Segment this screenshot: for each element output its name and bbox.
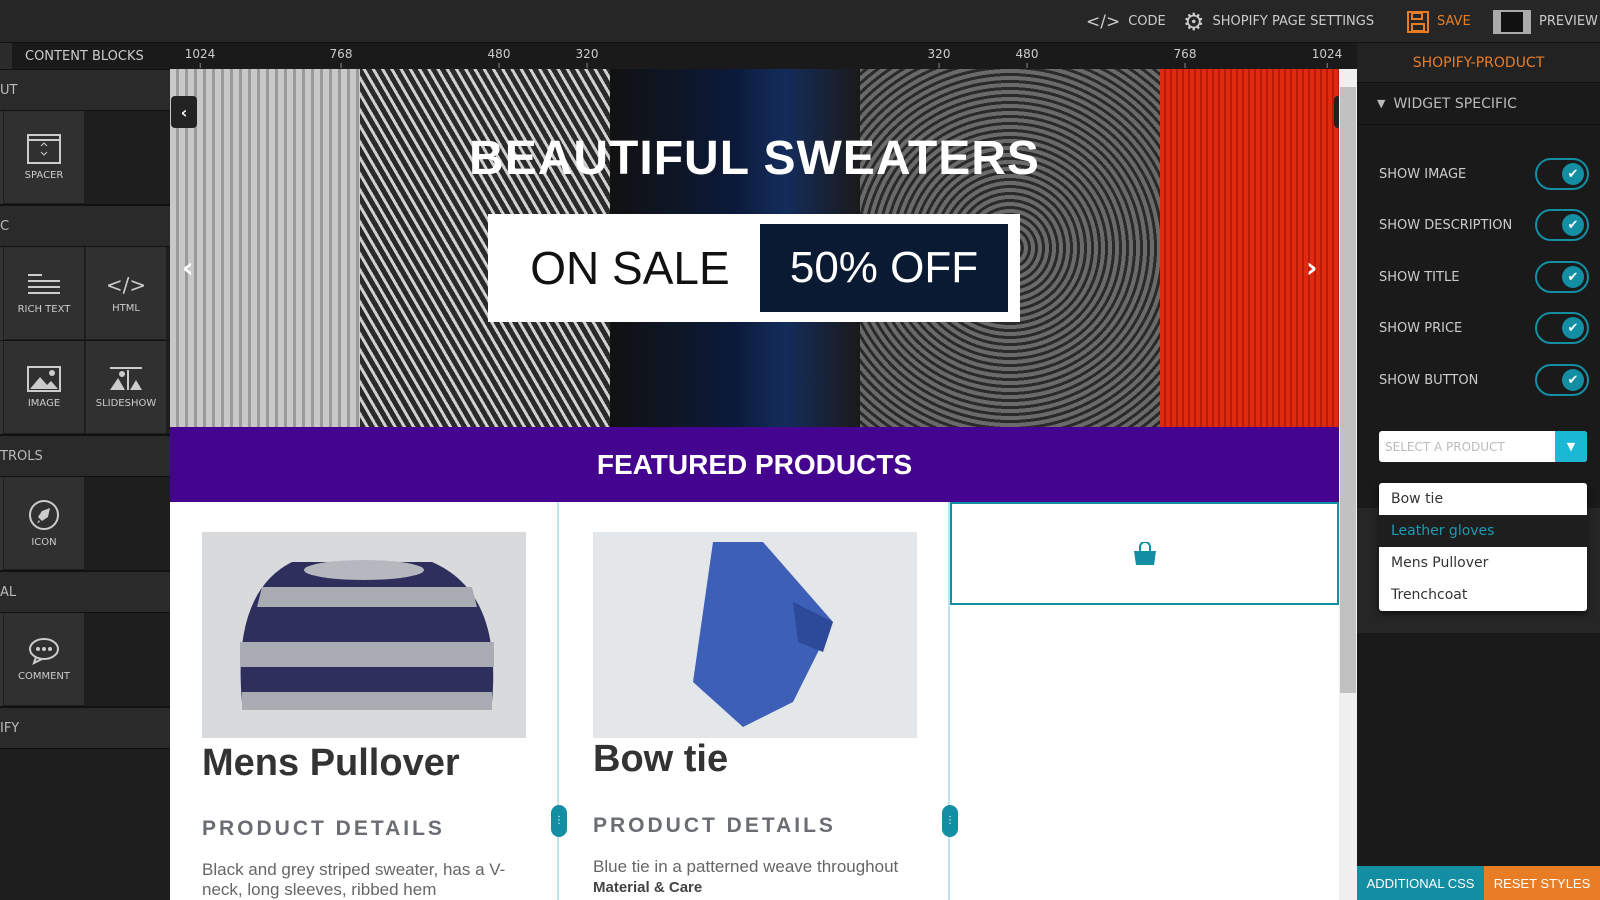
preview-icon [1493, 9, 1531, 34]
top-toolbar: </> CODE ⚙ SHOPIFY PAGE SETTINGS SAVE PR… [0, 0, 1600, 43]
block-rich-text[interactable]: RICH TEXT [4, 247, 86, 339]
code-button[interactable]: </> CODE [1086, 0, 1166, 43]
check-icon: ✔ [1562, 163, 1584, 185]
discount-text: 50% OFF [760, 224, 1008, 312]
toggle-show-title: SHOW TITLE ✔ [1379, 260, 1589, 294]
category-basic[interactable]: C [0, 205, 170, 247]
product-subtitle: PRODUCT DETAILS [202, 817, 445, 840]
ruler-tick[interactable]: 1024 [1312, 47, 1343, 68]
ruler-tick[interactable]: 1024 [185, 47, 216, 68]
dropdown-option[interactable]: Bow tie [1379, 483, 1587, 515]
dropdown-option[interactable]: Trenchcoat [1379, 579, 1587, 611]
panel-title: SHOPIFY-PRODUCT [1357, 43, 1600, 83]
canvas-scrollbar[interactable] [1339, 69, 1357, 900]
category-controls[interactable]: TROLS [0, 435, 170, 477]
save-button[interactable]: SAVE [1407, 0, 1471, 43]
widget-specific-section[interactable]: ▼ WIDGET SPECIFIC [1357, 83, 1600, 125]
banner-title: BEAUTIFUL SWEATERS [469, 132, 1040, 185]
dropdown-arrow-icon[interactable]: ▼ [1555, 431, 1587, 462]
product-card[interactable]: Mens Pullover PRODUCT DETAILS Black and … [170, 502, 559, 900]
toggle-show-price: SHOW PRICE ✔ [1379, 311, 1589, 345]
comment-icon [29, 637, 59, 665]
toggle-show-description: SHOW DESCRIPTION ✔ [1379, 208, 1589, 242]
floppy-disk-icon [1407, 10, 1429, 33]
dropdown-option-highlighted[interactable]: Leather gloves [1379, 515, 1587, 547]
sale-text: ON SALE [530, 242, 730, 294]
ruler-tick[interactable]: 768 [330, 47, 353, 68]
additional-css-button[interactable]: ADDITIONAL CSS [1357, 866, 1484, 900]
ruler-tick[interactable]: 480 [488, 47, 511, 68]
check-icon: ✔ [1562, 266, 1584, 288]
toggle-switch[interactable]: ✔ [1535, 158, 1589, 190]
product-title: Mens Pullover [202, 742, 460, 784]
product-description: Black and grey striped sweater, has a V-… [202, 860, 506, 899]
column-resize-handle[interactable]: ⋮ [551, 805, 567, 837]
slide-next-arrow-icon[interactable]: › [1306, 251, 1318, 284]
rich-text-icon [28, 273, 60, 294]
toggle-switch[interactable]: ✔ [1535, 364, 1589, 396]
column-resize-handle[interactable]: ⋮ [942, 805, 958, 837]
ruler-tick[interactable]: 768 [1174, 47, 1197, 68]
code-icon: </> [1086, 11, 1121, 32]
page-settings-button[interactable]: ⚙ SHOPIFY PAGE SETTINGS [1183, 0, 1374, 43]
breakpoint-ruler: 1024 768 480 320 320 480 768 1024 [170, 43, 1357, 69]
product-subtitle: PRODUCT DETAILS [593, 814, 836, 837]
check-icon: ✔ [1562, 317, 1584, 339]
check-icon: ✔ [1562, 214, 1584, 236]
slideshow-icon [110, 366, 142, 390]
ruler-tick[interactable]: 320 [576, 47, 599, 68]
block-comment[interactable]: COMMENT [4, 613, 86, 705]
material-care-label: Material & Care [593, 879, 703, 896]
ruler-tick[interactable]: 320 [928, 47, 951, 68]
sidebar-header: CONTENT BLOCKS [0, 43, 170, 69]
page-canvas: BEAUTIFUL SWEATERS ON SALE 50% OFF ‹ › F… [170, 69, 1339, 900]
product-select[interactable]: SELECT A PRODUCT ▼ [1379, 431, 1587, 462]
chevron-down-icon: ▼ [1377, 97, 1386, 110]
gear-icon: ⚙ [1183, 7, 1205, 36]
sidebar-tab[interactable] [0, 43, 12, 69]
image-icon [27, 365, 61, 392]
block-image[interactable]: IMAGE [4, 341, 86, 433]
spacer-icon [27, 133, 61, 164]
featured-products-heading: FEATURED PRODUCTS [170, 427, 1339, 502]
product-card[interactable]: Bow tie PRODUCT DETAILS Blue tie in a pa… [561, 502, 950, 900]
settings-panel: SHOPIFY-PRODUCT ▼ WIDGET SPECIFIC SHOW I… [1357, 43, 1600, 900]
toggle-show-image: SHOW IMAGE ✔ [1379, 157, 1589, 191]
sidebar-title: CONTENT BLOCKS [25, 48, 144, 64]
block-slideshow[interactable]: SLIDESHOW [86, 341, 168, 433]
ruler-tick[interactable]: 480 [1016, 47, 1039, 68]
toggle-switch[interactable]: ✔ [1535, 312, 1589, 344]
slide-prev-arrow-icon[interactable]: ‹ [182, 251, 194, 284]
dropdown-option[interactable]: Mens Pullover [1379, 547, 1587, 579]
reset-styles-button[interactable]: RESET STYLES [1484, 866, 1600, 900]
toggle-switch[interactable]: ✔ [1535, 261, 1589, 293]
block-html[interactable]: </> HTML [86, 247, 168, 339]
block-spacer[interactable]: SPACER [4, 111, 86, 203]
collapse-sidebar-button[interactable]: ‹ [171, 96, 197, 128]
preview-button[interactable]: PREVIEW [1493, 0, 1598, 43]
category-social[interactable]: AL [0, 571, 170, 613]
sale-box: ON SALE 50% OFF [488, 214, 1020, 322]
product-description: Blue tie in a patterned weave throughout… [593, 857, 899, 896]
content-blocks-sidebar: CONTENT BLOCKS UT SPACER C RICH TEXT </>… [0, 43, 170, 900]
rocket-icon [29, 499, 59, 530]
shopping-bag-icon [1133, 541, 1156, 565]
check-icon: ✔ [1562, 369, 1584, 391]
product-title: Bow tie [593, 738, 729, 780]
toggle-switch[interactable]: ✔ [1535, 209, 1589, 241]
product-image [202, 532, 526, 738]
empty-product-slot[interactable] [950, 502, 1339, 605]
category-shopify[interactable]: IFY [0, 707, 170, 749]
toggle-show-button: SHOW BUTTON ✔ [1379, 363, 1589, 397]
scrollbar-thumb[interactable] [1340, 87, 1356, 693]
product-image [593, 532, 917, 738]
category-layout[interactable]: UT [0, 69, 170, 111]
block-icon[interactable]: ICON [4, 477, 86, 569]
product-dropdown: Bow tie Leather gloves Mens Pullover Tre… [1379, 483, 1587, 611]
code-icon: </> [105, 272, 147, 297]
